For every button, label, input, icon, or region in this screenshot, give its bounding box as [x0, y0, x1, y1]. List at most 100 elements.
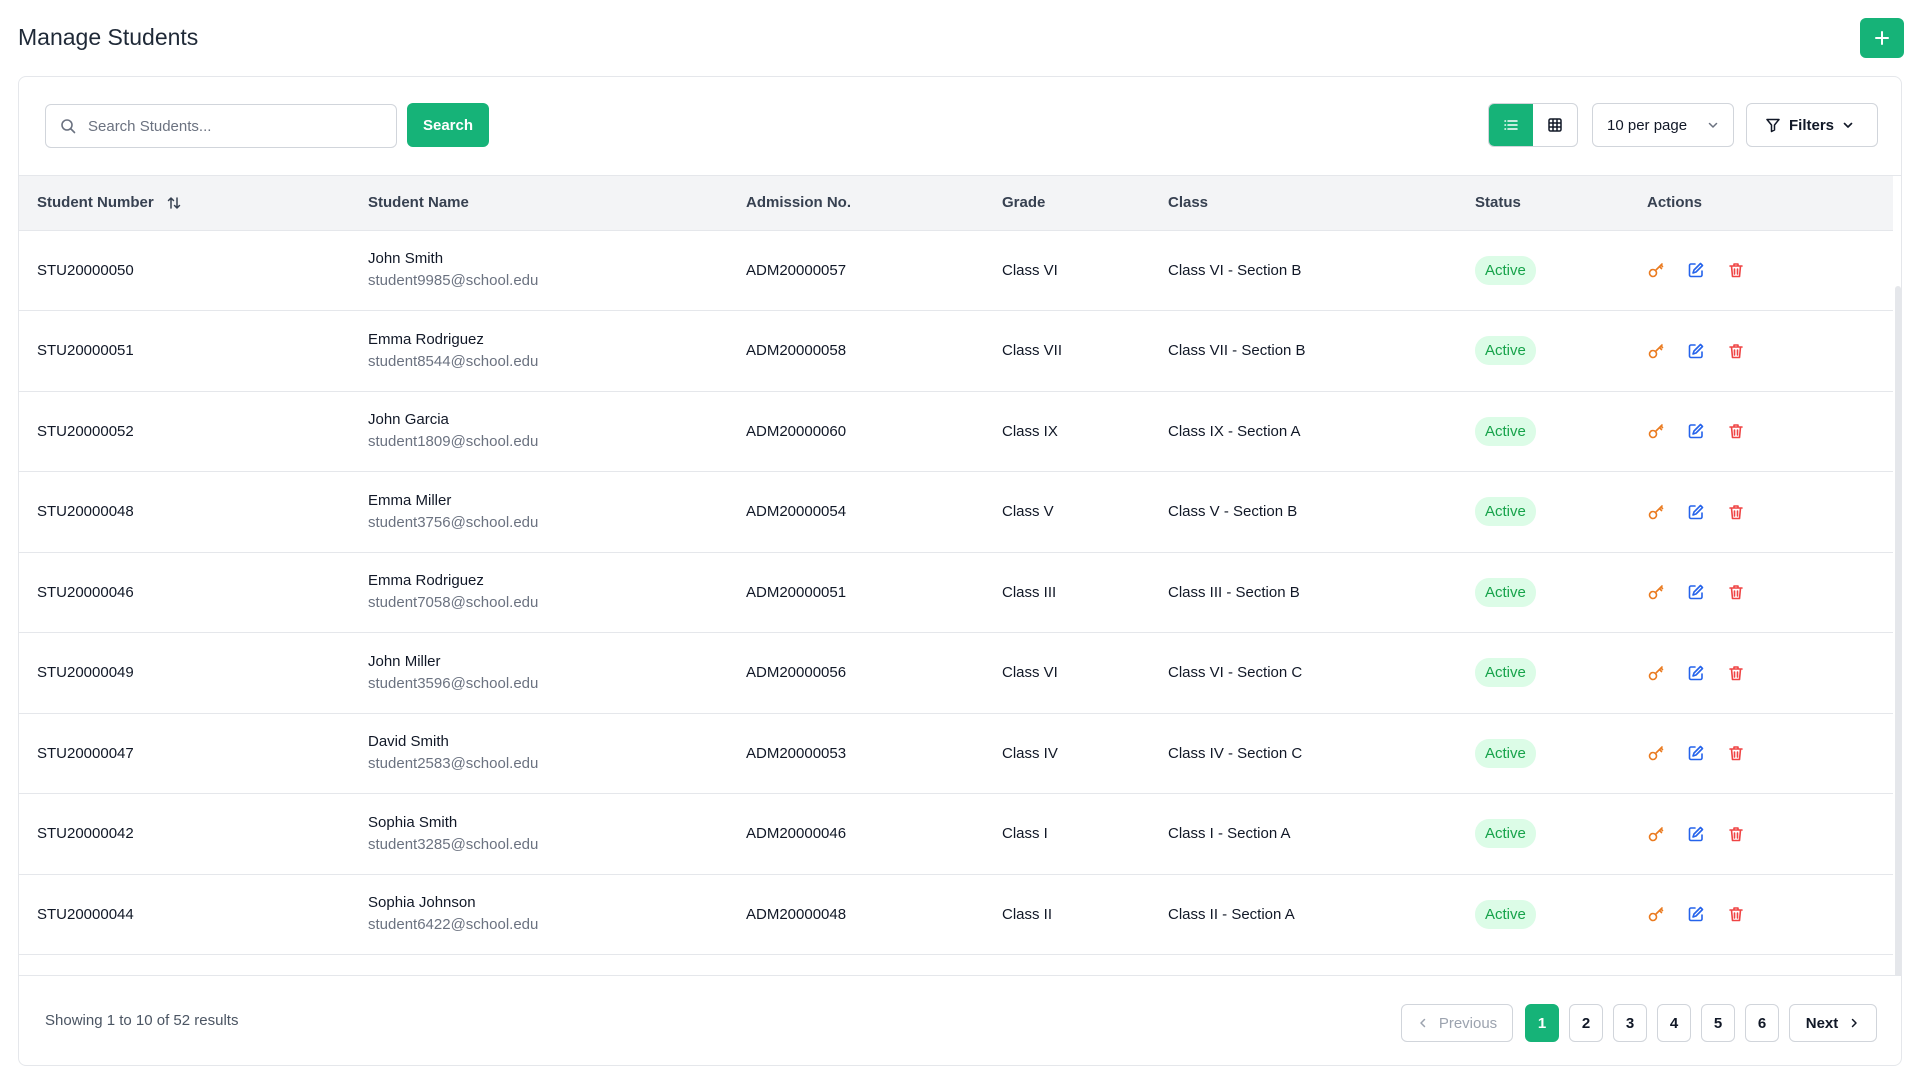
reset-password-button[interactable]: [1647, 503, 1665, 521]
reset-password-button[interactable]: [1647, 825, 1665, 843]
edit-button[interactable]: [1687, 583, 1705, 601]
delete-button[interactable]: [1727, 905, 1745, 923]
admission-number-cell: ADM20000060: [728, 391, 984, 472]
table-row[interactable]: STU20000050 John Smith student9985@school.…: [19, 230, 1893, 311]
status-cell: Active: [1457, 713, 1629, 794]
previous-page-button[interactable]: Previous: [1401, 1004, 1513, 1042]
edit-button[interactable]: [1687, 503, 1705, 521]
reset-password-button[interactable]: [1647, 342, 1665, 360]
column-header-status: Status: [1457, 176, 1629, 231]
status-cell: Active: [1457, 632, 1629, 714]
search-input[interactable]: [88, 117, 368, 135]
edit-button[interactable]: [1687, 422, 1705, 440]
table-row[interactable]: STU20000042 Sophia Smith student3285@schoo…: [19, 793, 1893, 875]
edit-button[interactable]: [1687, 744, 1705, 762]
reset-password-button[interactable]: [1647, 261, 1665, 279]
chevron-down-icon: [1708, 122, 1718, 128]
reset-password-button[interactable]: [1647, 583, 1665, 601]
student-email: student3285@school.edu: [368, 835, 539, 853]
list-icon: [1504, 120, 1518, 130]
table-row[interactable]: STU20000047 David Smith student2583@school…: [19, 713, 1893, 794]
delete-button[interactable]: [1727, 261, 1745, 279]
grade-cell: Class VII: [984, 310, 1150, 392]
status-cell: Active: [1457, 793, 1629, 875]
actions-cell: [1629, 391, 1893, 472]
search-icon: [61, 119, 76, 134]
list-view-button[interactable]: [1489, 104, 1533, 146]
admission-number-cell: ADM20000051: [728, 552, 984, 633]
delete-button[interactable]: [1727, 664, 1745, 682]
table-scrollbar[interactable]: [1895, 286, 1901, 975]
filters-label: Filters: [1789, 116, 1835, 134]
admission-number-cell: ADM20000054: [728, 471, 984, 553]
grid-view-button[interactable]: [1533, 104, 1577, 146]
table-row[interactable]: STU20000051 Emma Rodriguez student8544@sch…: [19, 310, 1893, 392]
delete-button[interactable]: [1727, 503, 1745, 521]
delete-button[interactable]: [1727, 342, 1745, 360]
student-number-cell: STU20000052: [19, 391, 350, 472]
chevron-right-icon: [1852, 1018, 1857, 1028]
table-row[interactable]: STU20000049 John Miller student3596@school…: [19, 632, 1893, 714]
class-cell: Class VI - Section B: [1150, 230, 1457, 311]
delete-button[interactable]: [1727, 583, 1745, 601]
edit-button[interactable]: [1687, 905, 1705, 923]
per-page-value: 10 per page: [1607, 116, 1688, 134]
delete-button[interactable]: [1727, 825, 1745, 843]
student-name: John Smith: [368, 250, 444, 268]
trash-icon: [1729, 504, 1743, 520]
chevron-down-icon: [1843, 122, 1853, 128]
grade-cell: Class IX: [984, 391, 1150, 472]
table-row[interactable]: STU20000046 Emma Rodriguez student7058@sch…: [19, 552, 1893, 633]
search-button[interactable]: Search: [407, 103, 489, 147]
per-page-select[interactable]: 10 per page: [1592, 103, 1734, 147]
student-number-cell: STU20000044: [19, 874, 350, 955]
student-name: Emma Rodriguez: [368, 330, 484, 348]
student-email: student3756@school.edu: [368, 513, 539, 531]
column-header-student-name: Student Name: [350, 176, 728, 231]
grade-cell: Class I: [984, 793, 1150, 875]
actions-cell: [1629, 230, 1893, 311]
delete-button[interactable]: [1727, 744, 1745, 762]
table-row[interactable]: STU20000044 Sophia Johnson student6422@sch…: [19, 874, 1893, 955]
page-button-1[interactable]: 1: [1525, 1004, 1559, 1042]
edit-button[interactable]: [1687, 261, 1705, 279]
edit-button[interactable]: [1687, 664, 1705, 682]
add-student-button[interactable]: [1860, 18, 1904, 58]
table-row[interactable]: STU20000052 John Garcia student1809@school…: [19, 391, 1893, 472]
key-icon: [1648, 746, 1664, 761]
class-cell: Class VII - Section B: [1150, 310, 1457, 392]
reset-password-button[interactable]: [1647, 664, 1665, 682]
key-icon: [1648, 424, 1664, 439]
page-button-6[interactable]: 6: [1745, 1004, 1779, 1042]
student-email: student9985@school.edu: [368, 272, 539, 290]
status-badge: Active: [1475, 658, 1536, 688]
pagination-footer: Showing 1 to 10 of 52 results Previous 1…: [19, 975, 1901, 1065]
delete-button[interactable]: [1727, 422, 1745, 440]
next-page-button[interactable]: Next: [1789, 1004, 1877, 1042]
reset-password-button[interactable]: [1647, 422, 1665, 440]
edit-button[interactable]: [1687, 825, 1705, 843]
student-name-cell: Sophia Smith student3285@school.edu: [350, 793, 728, 875]
grade-cell: Class VI: [984, 632, 1150, 714]
page-button-3[interactable]: 3: [1613, 1004, 1647, 1042]
student-name: Sophia Smith: [368, 813, 458, 831]
status-cell: Active: [1457, 391, 1629, 472]
page-button-4[interactable]: 4: [1657, 1004, 1691, 1042]
table-row[interactable]: STU20000048 Emma Miller student3756@school…: [19, 471, 1893, 553]
student-name: Emma Miller: [368, 491, 452, 509]
admission-number-cell: ADM20000058: [728, 310, 984, 392]
reset-password-button[interactable]: [1647, 744, 1665, 762]
page-button-2[interactable]: 2: [1569, 1004, 1603, 1042]
class-cell: Class V - Section B: [1150, 471, 1457, 553]
edit-button[interactable]: [1687, 342, 1705, 360]
column-header-class: Class: [1150, 176, 1457, 231]
row-actions: [1647, 503, 1893, 521]
reset-password-button[interactable]: [1647, 905, 1665, 923]
admission-number-cell: ADM20000057: [728, 230, 984, 311]
column-header-student-number[interactable]: Student Number: [19, 176, 350, 231]
edit-icon: [1688, 665, 1704, 681]
filters-button[interactable]: Filters: [1746, 103, 1878, 147]
actions-cell: [1629, 471, 1893, 553]
pagination: Previous 1 2 3 4 5 6 Next: [1401, 1004, 1877, 1042]
page-button-5[interactable]: 5: [1701, 1004, 1735, 1042]
